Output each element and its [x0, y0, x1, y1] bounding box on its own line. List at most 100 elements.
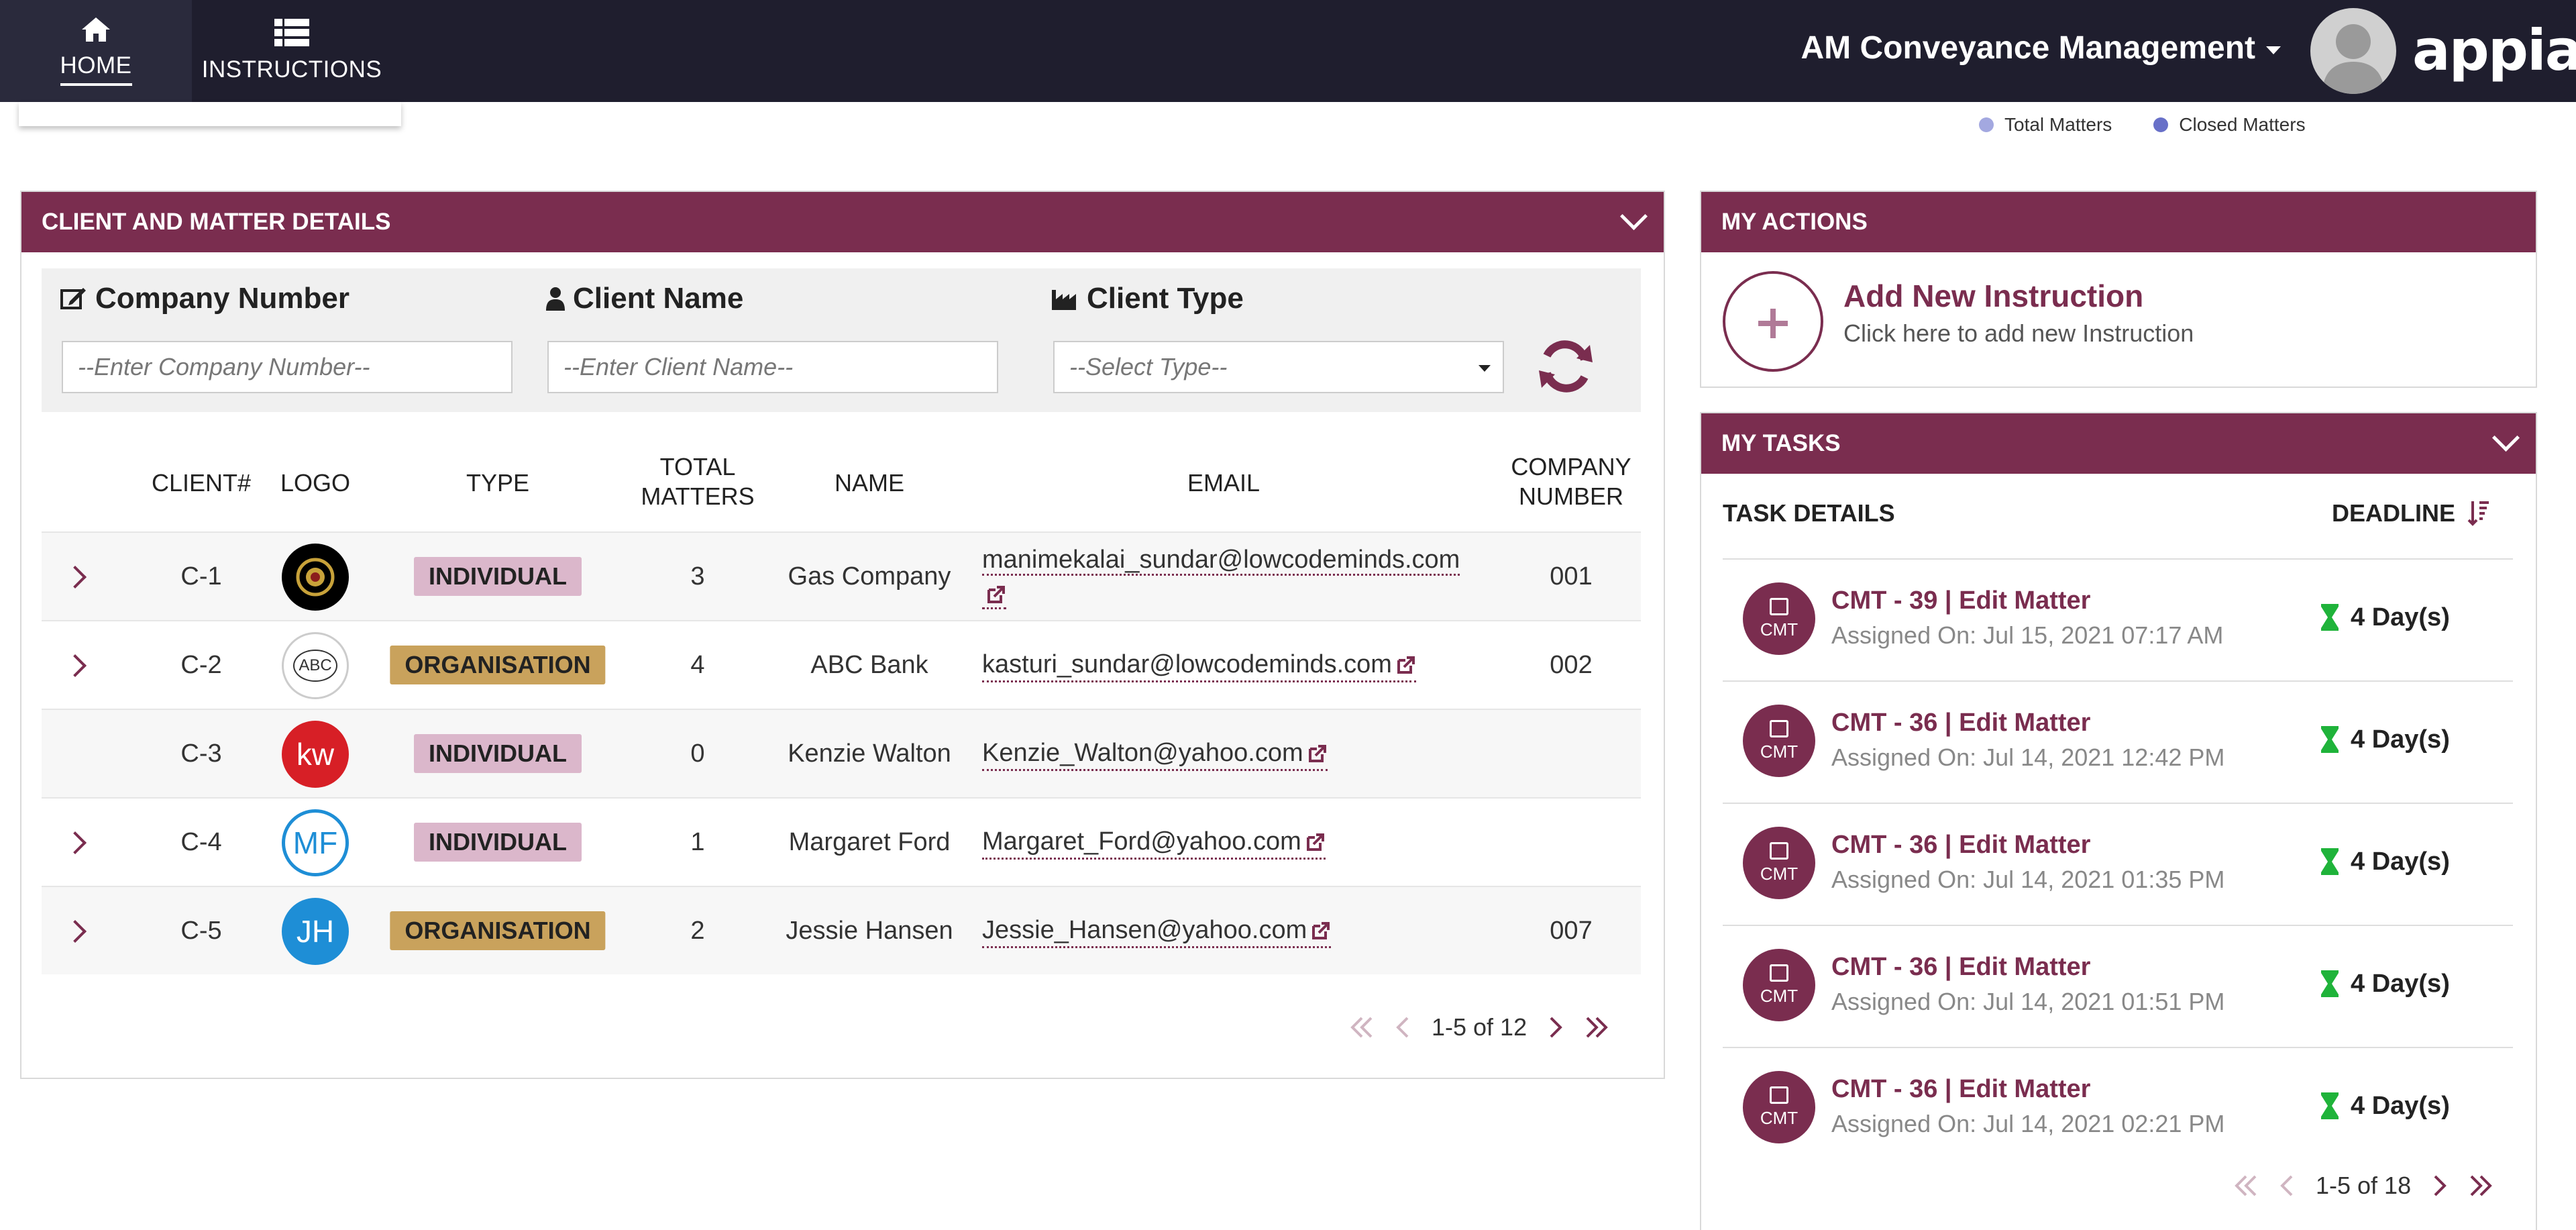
email-link[interactable]: Kenzie_Walton@yahoo.com [982, 737, 1328, 771]
external-link-icon [1306, 833, 1324, 852]
total-matters: 0 [690, 739, 705, 768]
task-deadline: 4 Day(s) [2320, 603, 2450, 632]
last-page-icon[interactable] [1583, 1015, 1610, 1039]
col-type[interactable]: TYPE [466, 468, 529, 498]
my-tasks-panel: MY TASKS TASK DETAILS DEADLINE CMT CMT -… [1700, 412, 2537, 1230]
task-title[interactable]: CMT - 36 | Edit Matter [1831, 831, 2090, 860]
tasks-panel-header[interactable]: MY TASKS [1701, 413, 2536, 474]
first-page-icon[interactable] [2233, 1174, 2259, 1198]
caret-down-icon [1479, 365, 1491, 372]
chevron-right-icon[interactable] [64, 566, 87, 588]
email-link[interactable]: Margaret_Ford@yahoo.com [982, 825, 1326, 860]
table-header: CLIENT# LOGO TYPE TOTAL MATTERS NAME EMA… [42, 450, 1641, 521]
actions-panel-header: MY ACTIONS [1701, 192, 2536, 252]
client-panel-title: CLIENT AND MATTER DETAILS [42, 209, 391, 235]
edit-icon [1770, 719, 1788, 737]
prev-page-icon[interactable] [1395, 1015, 1411, 1039]
user-avatar[interactable] [2310, 8, 2396, 94]
chevron-right-icon[interactable] [64, 831, 87, 854]
actions-panel-title: MY ACTIONS [1721, 209, 1868, 235]
refresh-icon[interactable] [1532, 333, 1599, 400]
edit-icon [1770, 964, 1788, 982]
task-avatar: CMT [1743, 827, 1815, 899]
col-email: EMAIL [1187, 469, 1260, 497]
last-page-icon[interactable] [2467, 1174, 2494, 1198]
task-item: CMT CMT - 36 | Edit Matter Assigned On: … [1723, 680, 2513, 803]
email-link[interactable]: manimekalai_sundar@lowcodeminds.com [982, 546, 1460, 576]
email-link[interactable]: Jessie_Hansen@yahoo.com [982, 914, 1332, 948]
appian-logo: appian [2412, 17, 2576, 83]
tasks-panel-title: MY TASKS [1721, 430, 1841, 456]
col-logo: LOGO [280, 469, 351, 497]
nav-tab-home[interactable]: HOME [0, 0, 192, 102]
client-logo: kw [282, 721, 349, 788]
task-title[interactable]: CMT - 36 | Edit Matter [1831, 953, 2090, 982]
table-row: C-1 INDIVIDUAL 3 Gas Company manimekalai… [42, 531, 1641, 620]
col-client[interactable]: CLIENT# [152, 468, 251, 498]
col-task-details: TASK DETAILS [1723, 499, 1895, 527]
chevron-right-icon[interactable] [64, 920, 87, 943]
client-id: C-5 [180, 916, 222, 945]
task-assigned: Assigned On: Jul 15, 2021 07:17 AM [1831, 621, 2224, 649]
hourglass-icon [2321, 970, 2339, 997]
legend-label-total: Total Matters [2004, 114, 2112, 135]
chevron-down-icon[interactable] [2491, 423, 2520, 452]
email-link[interactable]: kasturi_sundar@lowcodeminds.com [982, 648, 1416, 682]
legend-item-total: Total Matters [1979, 114, 2112, 136]
task-assigned: Assigned On: Jul 14, 2021 01:51 PM [1831, 988, 2225, 1015]
table-row: C-2 ABC ORGANISATION 4 ABC Bank kasturi_… [42, 620, 1641, 709]
company-number: 002 [1550, 650, 1593, 679]
user-icon [546, 287, 565, 311]
task-assigned: Assigned On: Jul 14, 2021 01:35 PM [1831, 866, 2225, 893]
tasks-pager: 1-5 of 18 [2233, 1172, 2494, 1200]
top-navigation-bar: HOME INSTRUCTIONS AM Conveyance Manageme… [0, 0, 2576, 102]
first-page-icon[interactable] [1348, 1015, 1375, 1039]
type-badge: INDIVIDUAL [414, 823, 582, 862]
client-name-input[interactable]: --Enter Client Name-- [547, 341, 998, 393]
client-logo: ABC [282, 632, 349, 699]
edit-icon [1770, 1086, 1788, 1104]
task-deadline: 4 Day(s) [2320, 847, 2450, 876]
task-title[interactable]: CMT - 36 | Edit Matter [1831, 709, 2090, 737]
caret-down-icon [2266, 46, 2281, 54]
chevron-down-icon[interactable] [1619, 202, 1648, 231]
client-id: C-3 [180, 739, 222, 768]
hourglass-icon [2321, 604, 2339, 631]
client-name: Kenzie Walton [788, 739, 951, 768]
table-row: C-4 MF INDIVIDUAL 1 Margaret Ford Margar… [42, 797, 1641, 886]
chevron-right-icon[interactable] [64, 654, 87, 677]
col-company-number[interactable]: COMPANY NUMBER [1511, 452, 1631, 511]
app-name: AM Conveyance Management [1801, 30, 2255, 66]
app-switcher-dropdown[interactable]: AM Conveyance Management [1801, 30, 2281, 66]
next-page-icon[interactable] [2431, 1174, 2447, 1198]
task-assigned: Assigned On: Jul 14, 2021 12:42 PM [1831, 744, 2225, 771]
nav-tab-instructions-label: INSTRUCTIONS [201, 56, 382, 83]
add-instruction-icon[interactable] [1723, 271, 1823, 372]
nav-tab-instructions[interactable]: INSTRUCTIONS [192, 0, 392, 102]
user-silhouette-icon [2322, 24, 2384, 94]
client-id: C-2 [180, 650, 222, 679]
edit-icon [60, 288, 86, 309]
add-instruction-link[interactable]: Add New Instruction [1843, 278, 2143, 314]
client-type-select[interactable]: --Select Type-- [1053, 341, 1504, 393]
page-range: 1-5 of 18 [2316, 1172, 2412, 1199]
total-matters: 4 [690, 650, 705, 679]
legend-dot-total [1979, 117, 1994, 132]
col-name[interactable]: NAME [835, 468, 904, 498]
client-panel-header[interactable]: CLIENT AND MATTER DETAILS [21, 192, 1664, 252]
client-name-label: Client Name [546, 282, 743, 315]
list-icon [274, 19, 309, 46]
task-item: CMT CMT - 36 | Edit Matter Assigned On: … [1723, 803, 2513, 925]
next-page-icon[interactable] [1547, 1015, 1563, 1039]
col-total-matters[interactable]: TOTAL MATTERS [641, 452, 754, 511]
type-badge: ORGANISATION [390, 646, 606, 684]
company-number-input[interactable]: --Enter Company Number-- [62, 341, 513, 393]
col-deadline[interactable]: DEADLINE [2332, 499, 2490, 527]
external-link-icon[interactable] [982, 579, 1006, 609]
prev-page-icon[interactable] [2279, 1174, 2296, 1198]
client-name: Gas Company [788, 562, 951, 591]
task-title[interactable]: CMT - 39 | Edit Matter [1831, 586, 2090, 615]
task-title[interactable]: CMT - 36 | Edit Matter [1831, 1075, 2090, 1104]
nav-tab-home-label: HOME [60, 52, 132, 86]
edit-icon [1770, 841, 1788, 860]
